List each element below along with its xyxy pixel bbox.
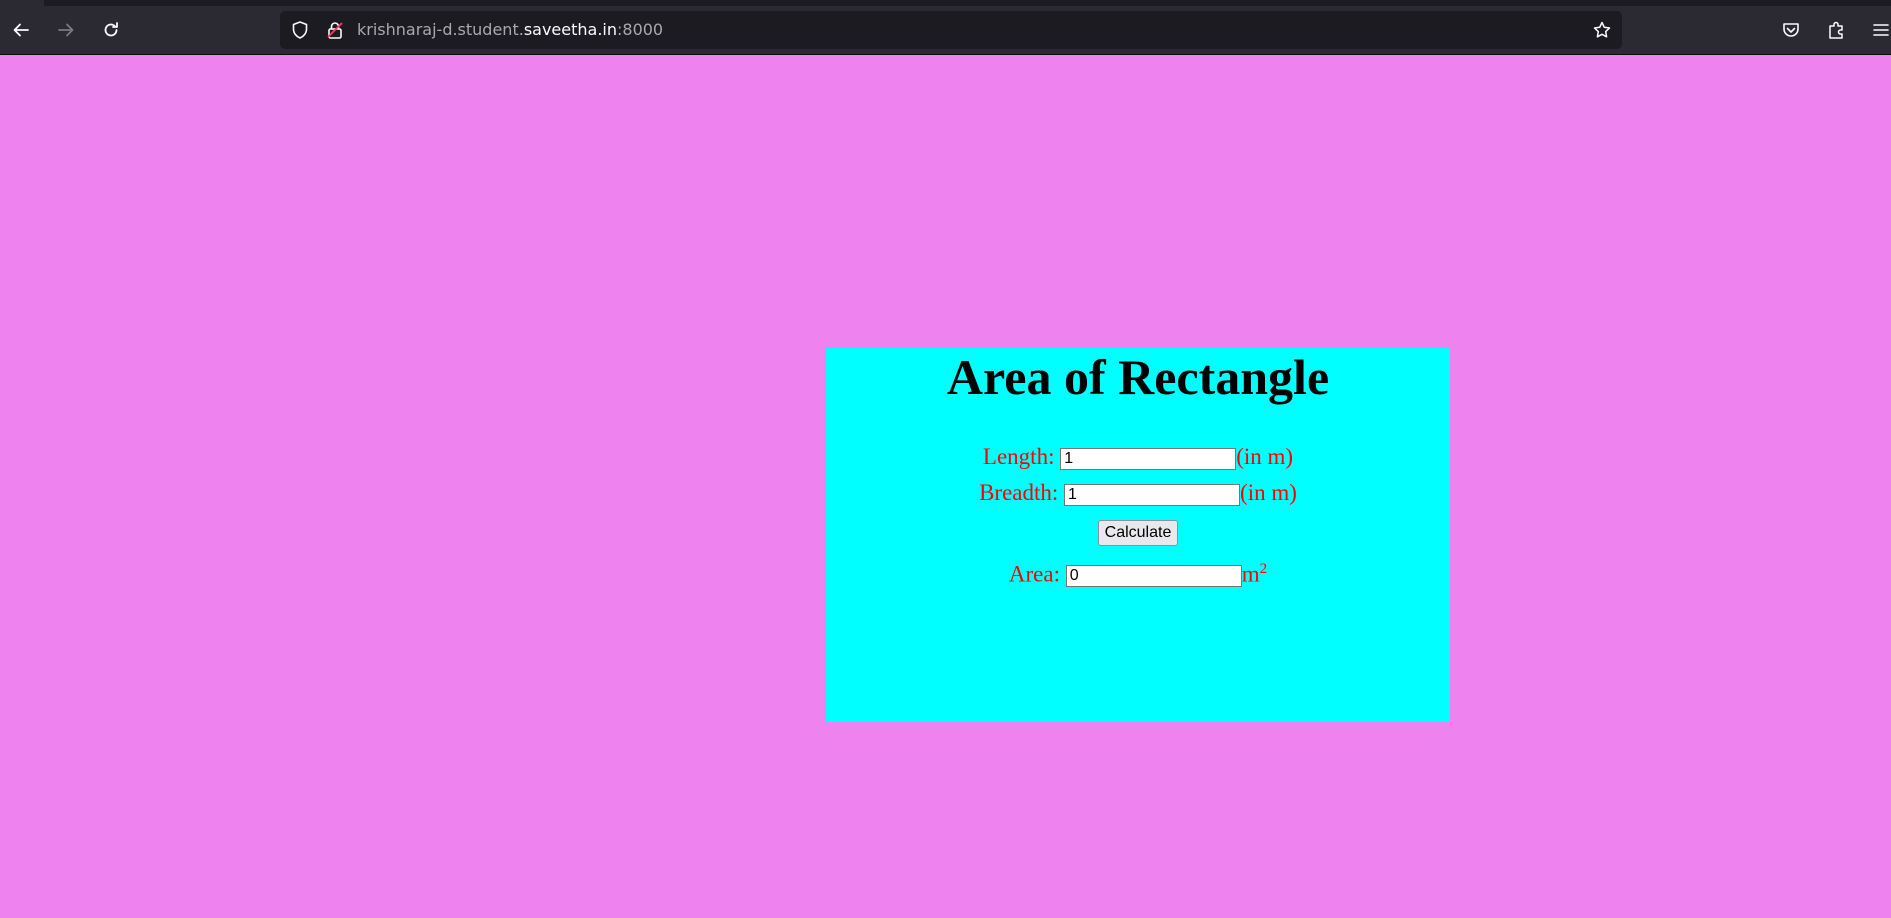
url-text[interactable]: krishnaraj-d.student.saveetha.in:8000 (357, 11, 663, 49)
area-unit: m (1241, 561, 1260, 587)
area-label: Area: (1008, 561, 1060, 587)
back-button[interactable] (5, 14, 37, 46)
calculate-row: Calculate (826, 515, 1450, 546)
menu-button[interactable] (1865, 14, 1891, 46)
forward-arrow-icon (58, 23, 74, 37)
page-title: Area of Rectangle (946, 349, 1330, 405)
rectangle-area-card: Area of Rectangle Length: (in m) Breadth… (826, 348, 1450, 722)
area-output[interactable] (1065, 565, 1242, 588)
breadth-row: Breadth: (in m) (826, 478, 1450, 508)
url-prefix: krishnaraj-d.student. (357, 20, 524, 39)
extensions-button[interactable] (1820, 14, 1852, 46)
calculate-button[interactable]: Calculate (1097, 520, 1179, 546)
area-row: Area: m2 (826, 554, 1450, 590)
tracking-shield-icon[interactable] (290, 20, 310, 40)
breadth-label: Breadth: (979, 480, 1059, 505)
breadth-input[interactable] (1064, 483, 1241, 506)
length-input[interactable] (1060, 447, 1237, 470)
browser-toolbar: krishnaraj-d.student.saveetha.in:8000 (0, 6, 1891, 55)
url-port: :8000 (617, 20, 664, 39)
area-unit-exponent: 2 (1259, 561, 1268, 577)
length-unit: (in m) (1236, 444, 1294, 469)
length-row: Length: (in m) (826, 442, 1450, 472)
insecure-lock-icon[interactable] (325, 20, 345, 40)
page-viewport: Area of Rectangle Length: (in m) Breadth… (0, 55, 1891, 918)
extensions-icon (1829, 21, 1843, 39)
reload-icon (104, 22, 118, 37)
pocket-icon (1783, 23, 1799, 37)
url-host: saveetha.in (523, 20, 617, 39)
back-arrow-icon (13, 23, 29, 37)
hamburger-menu-icon (1873, 24, 1889, 36)
pocket-button[interactable] (1775, 14, 1807, 46)
address-bar[interactable]: krishnaraj-d.student.saveetha.in:8000 (280, 11, 1622, 49)
forward-button[interactable] (50, 14, 82, 46)
length-label: Length: (982, 444, 1055, 469)
reload-button[interactable] (95, 14, 127, 46)
breadth-unit: (in m) (1240, 480, 1297, 505)
bookmark-star-icon[interactable] (1592, 20, 1612, 40)
